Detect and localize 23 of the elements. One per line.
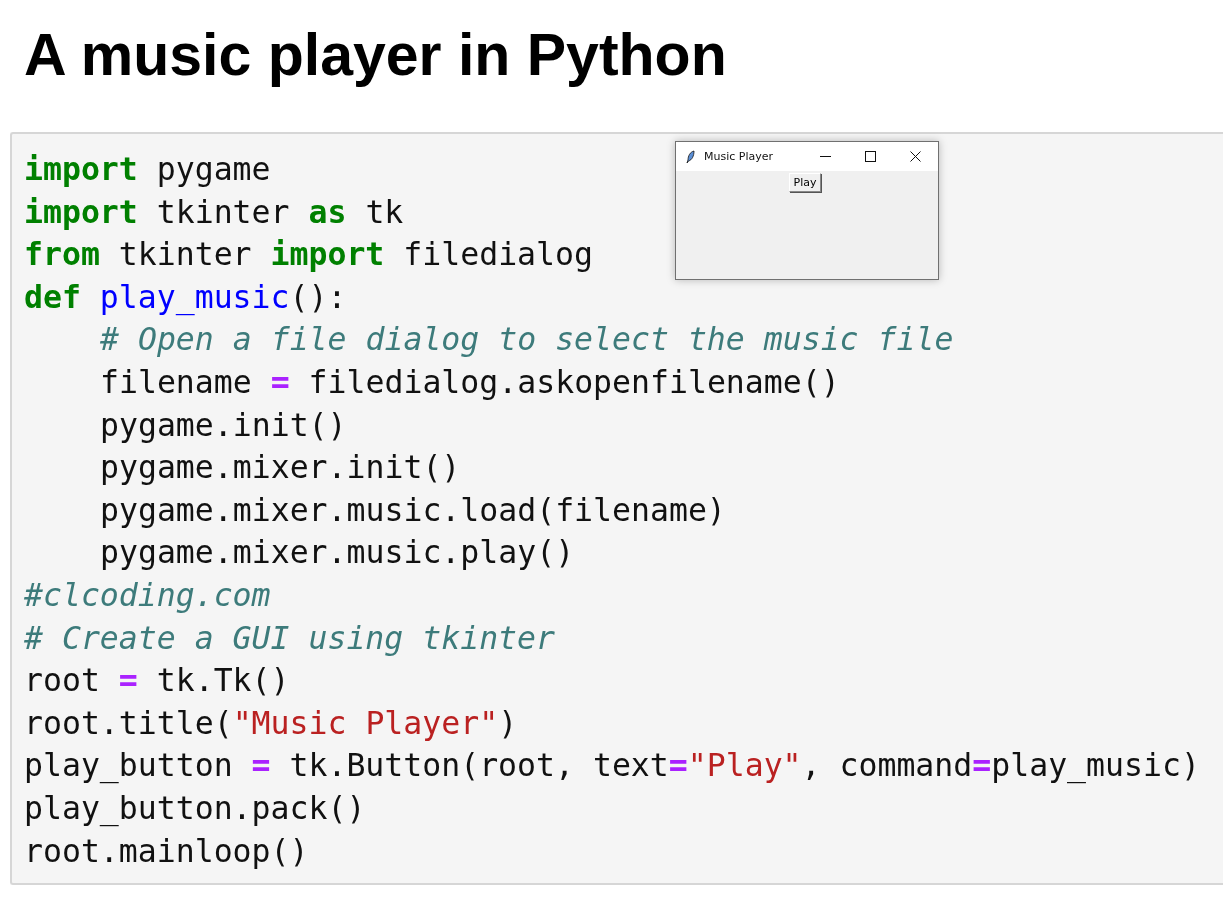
code-line: #clcoding.com xyxy=(24,575,271,615)
play-button[interactable]: Play xyxy=(788,173,822,192)
code-line: from tkinter import filedialog xyxy=(24,235,593,275)
code-line: pygame.mixer.init() xyxy=(100,448,461,488)
code-line: play_button = tk.Button(root, text="Play", command=play_music) xyxy=(24,746,1200,786)
code-line: def play_music(): xyxy=(24,277,347,318)
window-title: Music Player xyxy=(704,150,775,163)
code-line: pygame.mixer.music.load(filename) xyxy=(100,490,726,530)
code-line: root = tk.Tk() xyxy=(24,661,290,701)
feather-icon xyxy=(686,149,696,164)
code-line: # Create a GUI using tkinter xyxy=(24,618,555,658)
code-line: pygame.mixer.music.play() xyxy=(100,533,575,573)
close-icon[interactable] xyxy=(910,151,921,162)
code-line: filename = filedialog.askopenfilename() xyxy=(100,362,840,402)
code-line: # Open a file dialog to select the music file xyxy=(100,320,954,360)
code-line: import tkinter as tk xyxy=(24,192,404,232)
code-line: root.mainloop() xyxy=(24,831,309,871)
page-title: A music player in Python xyxy=(23,21,728,90)
code-line: root.title("Music Player") xyxy=(24,703,518,743)
code-line: import pygame xyxy=(24,150,271,189)
code-line: pygame.init() xyxy=(100,405,347,445)
code-line: play_button.pack() xyxy=(24,788,366,829)
maximize-icon[interactable] xyxy=(865,151,876,162)
